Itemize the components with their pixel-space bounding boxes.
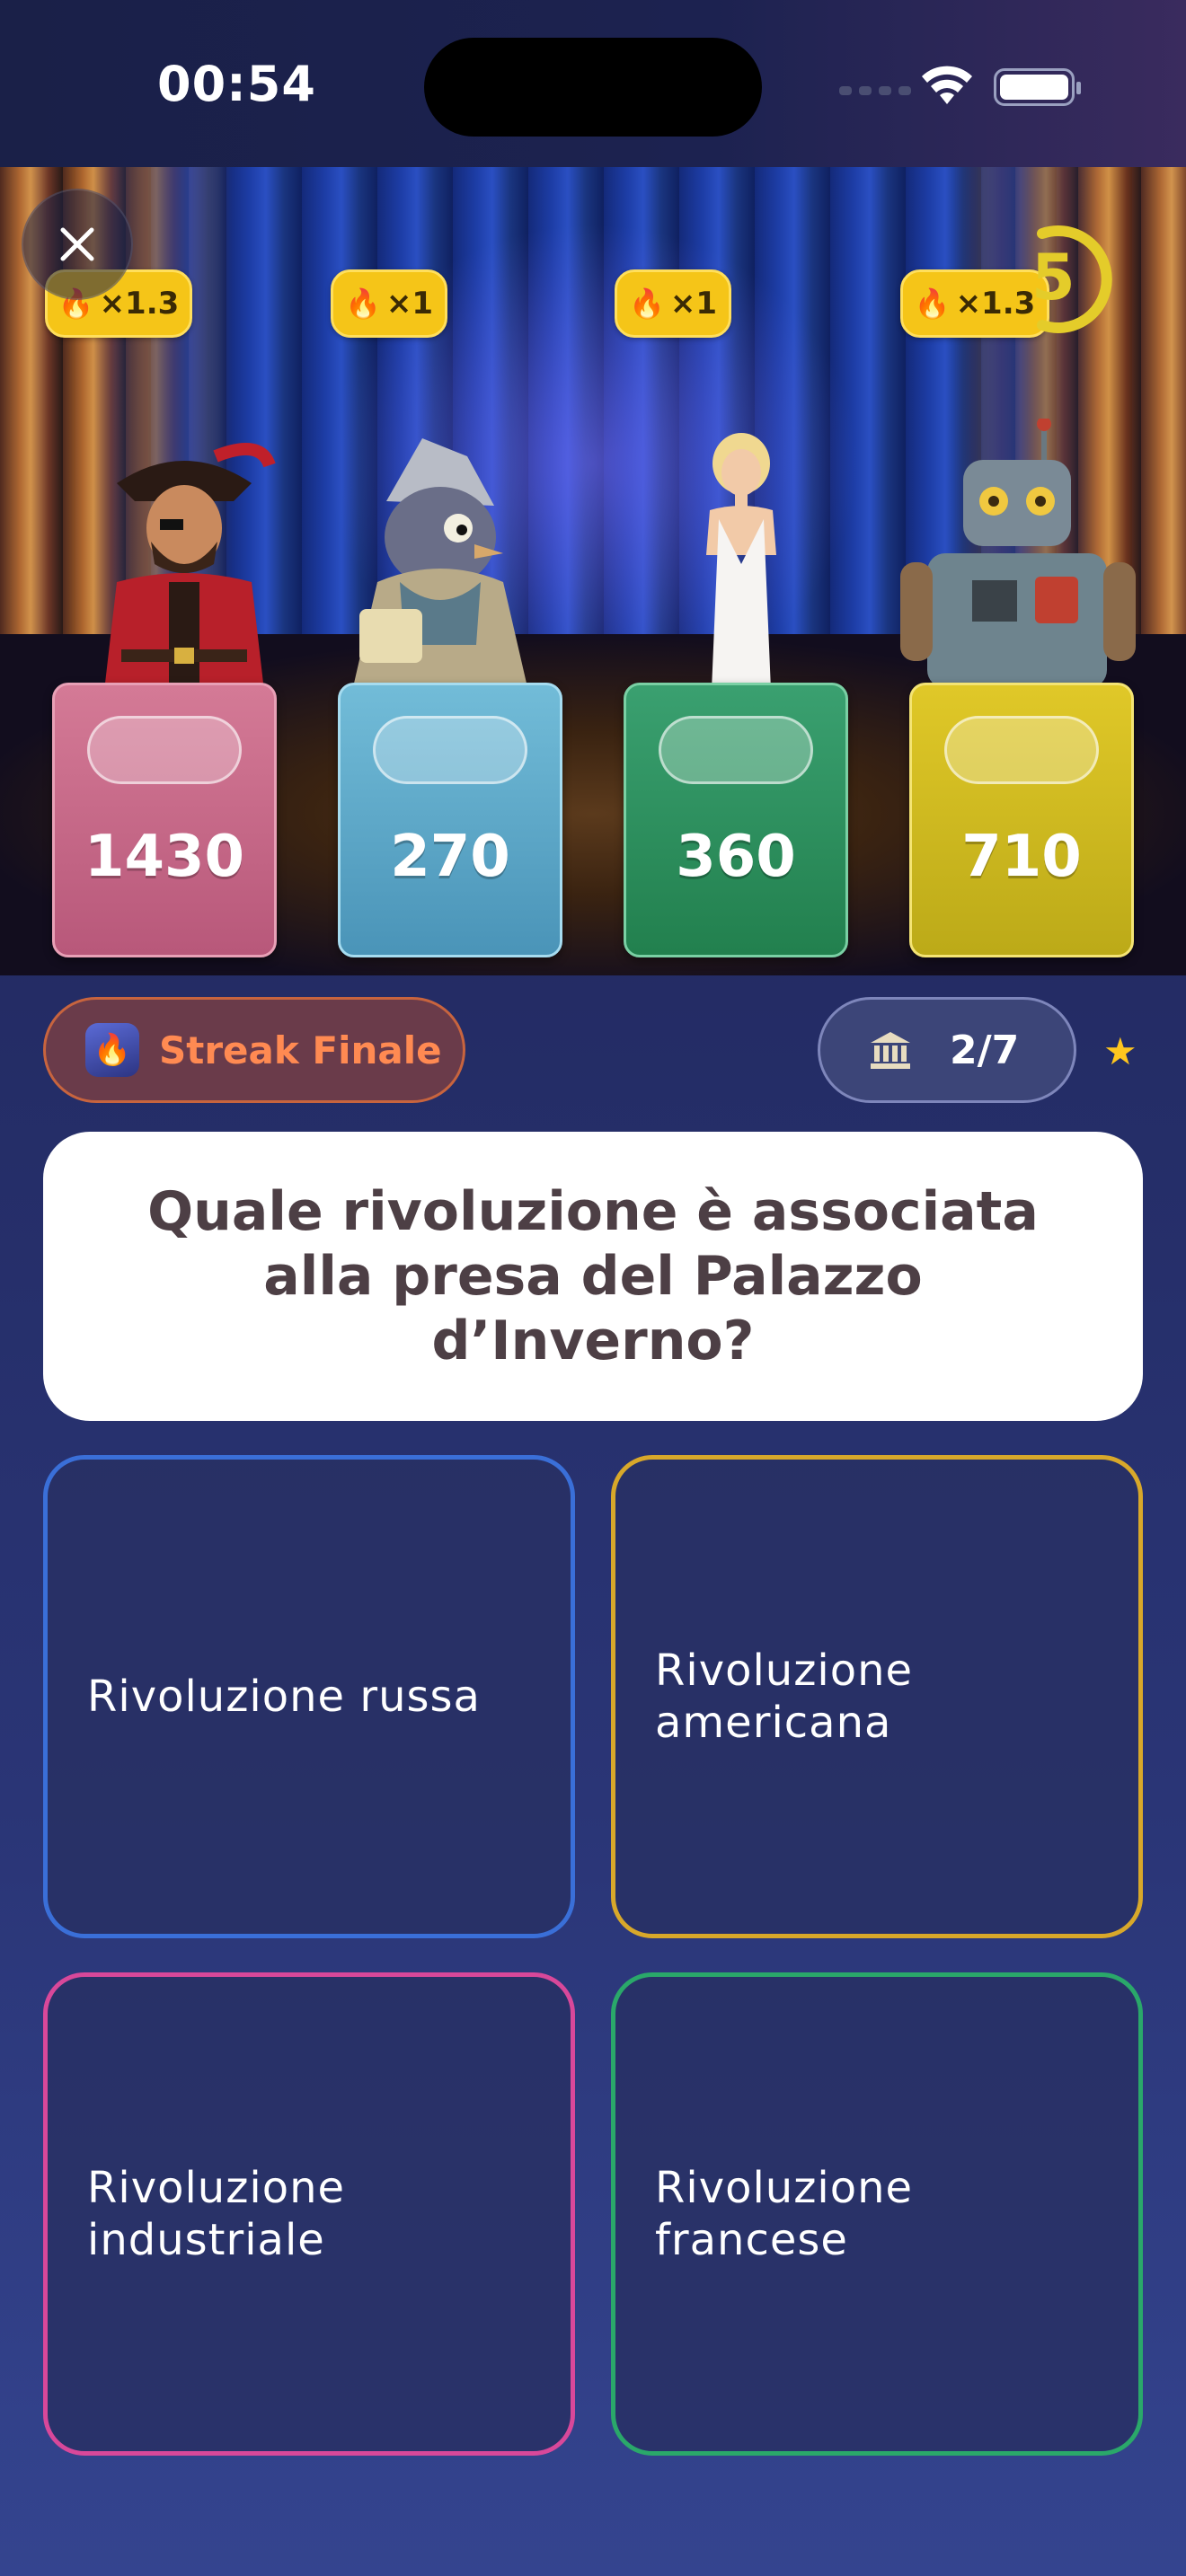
player-score: 710 — [961, 824, 1082, 890]
answer-label: Rivoluzione francese — [655, 2163, 914, 2265]
player-name-pill — [944, 716, 1099, 784]
question-card: Quale rivoluzione è associata alla presa… — [43, 1132, 1143, 1421]
status-time: 00:54 — [157, 56, 316, 112]
player-podium: 710 — [909, 683, 1134, 957]
flame-icon: 🔥 — [914, 287, 951, 321]
progress-value: 2/7 — [950, 1027, 1020, 1073]
streak-label: Streak Finale — [159, 1028, 442, 1072]
player-name-pill — [659, 716, 813, 784]
wifi-icon — [922, 66, 972, 104]
player-name-pill — [87, 716, 242, 784]
player-podium: 360 — [624, 683, 848, 957]
flame-icon: 🔥 — [629, 287, 665, 321]
player-score: 270 — [390, 824, 510, 890]
answer-option-3[interactable]: Rivoluzione industriale — [43, 1972, 575, 2456]
temple-icon — [871, 1032, 910, 1069]
pigeon-avatar — [350, 438, 530, 699]
player-multiplier: 🔥 ×1 — [331, 269, 447, 338]
flame-icon: 🔥 — [345, 287, 381, 321]
battery-icon — [994, 68, 1081, 106]
dynamic-island — [424, 38, 762, 137]
pirate-avatar — [103, 443, 276, 699]
player-multiplier: 🔥 ×1 — [615, 269, 731, 338]
answer-label: Rivoluzione industriale — [87, 2163, 346, 2265]
player-multiplier: 🔥 ×1.3 — [900, 269, 1049, 338]
robot-avatar — [900, 419, 1136, 688]
cellular-signal-icon — [839, 86, 911, 95]
star-icon: ★ — [1103, 1029, 1137, 1073]
flame-icon: 🔥 — [85, 1023, 139, 1077]
answer-label: Rivoluzione americana — [655, 1645, 914, 1748]
diva-avatar — [706, 433, 776, 690]
answer-option-1[interactable]: Rivoluzione russa — [43, 1455, 575, 1938]
answer-option-4[interactable]: Rivoluzione francese — [611, 1972, 1143, 2456]
timer-value: 5 — [1031, 241, 1075, 314]
close-button[interactable] — [22, 189, 133, 300]
answer-option-2[interactable]: Rivoluzione americana — [611, 1455, 1143, 1938]
player-podium: 1430 — [52, 683, 277, 957]
question-progress: 2/7 — [818, 997, 1076, 1103]
player-score: 1430 — [84, 824, 245, 890]
streak-badge: 🔥 Streak Finale — [43, 997, 465, 1103]
answer-label: Rivoluzione russa — [87, 1672, 481, 1722]
player-score: 360 — [676, 824, 796, 890]
status-bar: 00:54 — [0, 0, 1186, 167]
player-name-pill — [373, 716, 527, 784]
close-icon — [60, 227, 94, 261]
player-podium: 270 — [338, 683, 562, 957]
question-text: Quale rivoluzione è associata alla presa… — [147, 1180, 1039, 1372]
